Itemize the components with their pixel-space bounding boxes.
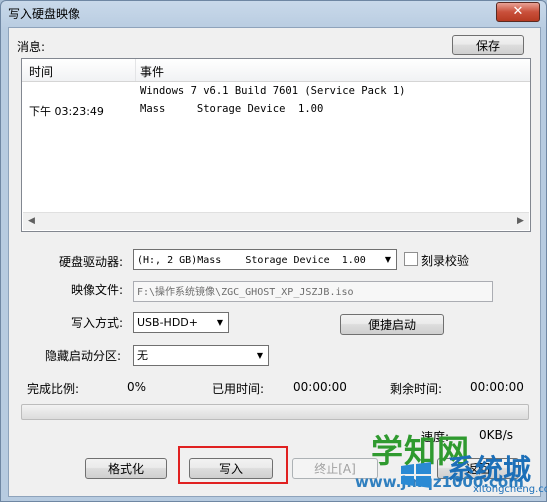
column-event[interactable]: 事件 (140, 63, 164, 80)
progress-bar (21, 404, 529, 420)
complete-label: 完成比例: (27, 382, 80, 396)
message-list[interactable]: 时间 事件 Windows 7 v6.1 Build 7601 (Service… (21, 58, 531, 232)
image-file-field[interactable]: F:\操作系统镜像\ZGC_GHOST_XP_JSZJB.iso (133, 281, 493, 302)
verify-label: 刻录校验 (421, 254, 470, 268)
complete-value: 0% (127, 380, 147, 394)
hidden-partition-label: 隐藏启动分区: (45, 349, 122, 363)
messages-label: 消息: (17, 40, 46, 54)
image-file-label: 映像文件: (71, 283, 124, 297)
close-button[interactable]: ✕ (496, 2, 540, 22)
drive-label: 硬盘驱动器: (59, 255, 124, 269)
column-divider[interactable] (135, 59, 136, 81)
scroll-left-icon[interactable]: ◀ (23, 213, 40, 230)
remaining-label: 剩余时间: (390, 382, 443, 396)
save-button[interactable]: 保存 (452, 35, 524, 55)
write-method-label: 写入方式: (71, 316, 124, 330)
write-method-select[interactable]: USB-HDD+ ▼ (133, 312, 229, 333)
write-method-value: USB-HDD+ (137, 316, 198, 329)
write-button-highlight (178, 446, 288, 484)
chevron-down-icon: ▼ (256, 351, 264, 360)
speed-value: 0KB/s (479, 428, 514, 442)
list-header: 时间 事件 (22, 59, 530, 82)
format-button[interactable]: 格式化 (85, 458, 167, 479)
drive-select[interactable]: (H:, 2 GB)Mass Storage Device 1.00 ▼ (133, 249, 397, 270)
event-text: Mass Storage Device 1.00 (140, 103, 324, 115)
dialog-content: 消息: 保存 时间 事件 Windows 7 v6.1 Build 7601 (… (8, 27, 547, 497)
remaining-value: 00:00:00 (470, 380, 524, 394)
dialog-window: 写入硬盘映像 ✕ 消息: 保存 时间 事件 Windows 7 v6.1 Bui… (0, 0, 547, 502)
elapsed-value: 00:00:00 (293, 380, 347, 394)
column-time[interactable]: 时间 (29, 63, 53, 80)
image-file-value: F:\操作系统镜像\ZGC_GHOST_XP_JSZJB.iso (137, 287, 354, 298)
horizontal-scrollbar[interactable]: ◀ ▶ (23, 212, 529, 230)
verify-checkbox[interactable] (404, 252, 418, 266)
chevron-down-icon: ▼ (216, 318, 224, 327)
window-title: 写入硬盘映像 (8, 7, 81, 21)
chevron-down-icon: ▼ (384, 255, 392, 264)
hidden-partition-select[interactable]: 无 ▼ (133, 345, 269, 366)
drive-value: (H:, 2 GB)Mass Storage Device 1.00 (137, 255, 366, 266)
watermark-brand: 系统城 (447, 453, 532, 486)
event-text: Windows 7 v6.1 Build 7601 (Service Pack … (140, 85, 406, 97)
windows-logo-icon (401, 462, 431, 488)
title-bar[interactable]: 写入硬盘映像 ✕ (1, 1, 546, 25)
hidden-partition-value: 无 (137, 349, 148, 362)
quick-boot-button[interactable]: 便捷启动 (340, 314, 444, 335)
elapsed-label: 已用时间: (212, 382, 265, 396)
watermark-domain: xitongcheng.com (473, 484, 547, 495)
scroll-right-icon[interactable]: ▶ (512, 213, 529, 230)
time-text: 下午 03:23:49 (29, 105, 104, 118)
